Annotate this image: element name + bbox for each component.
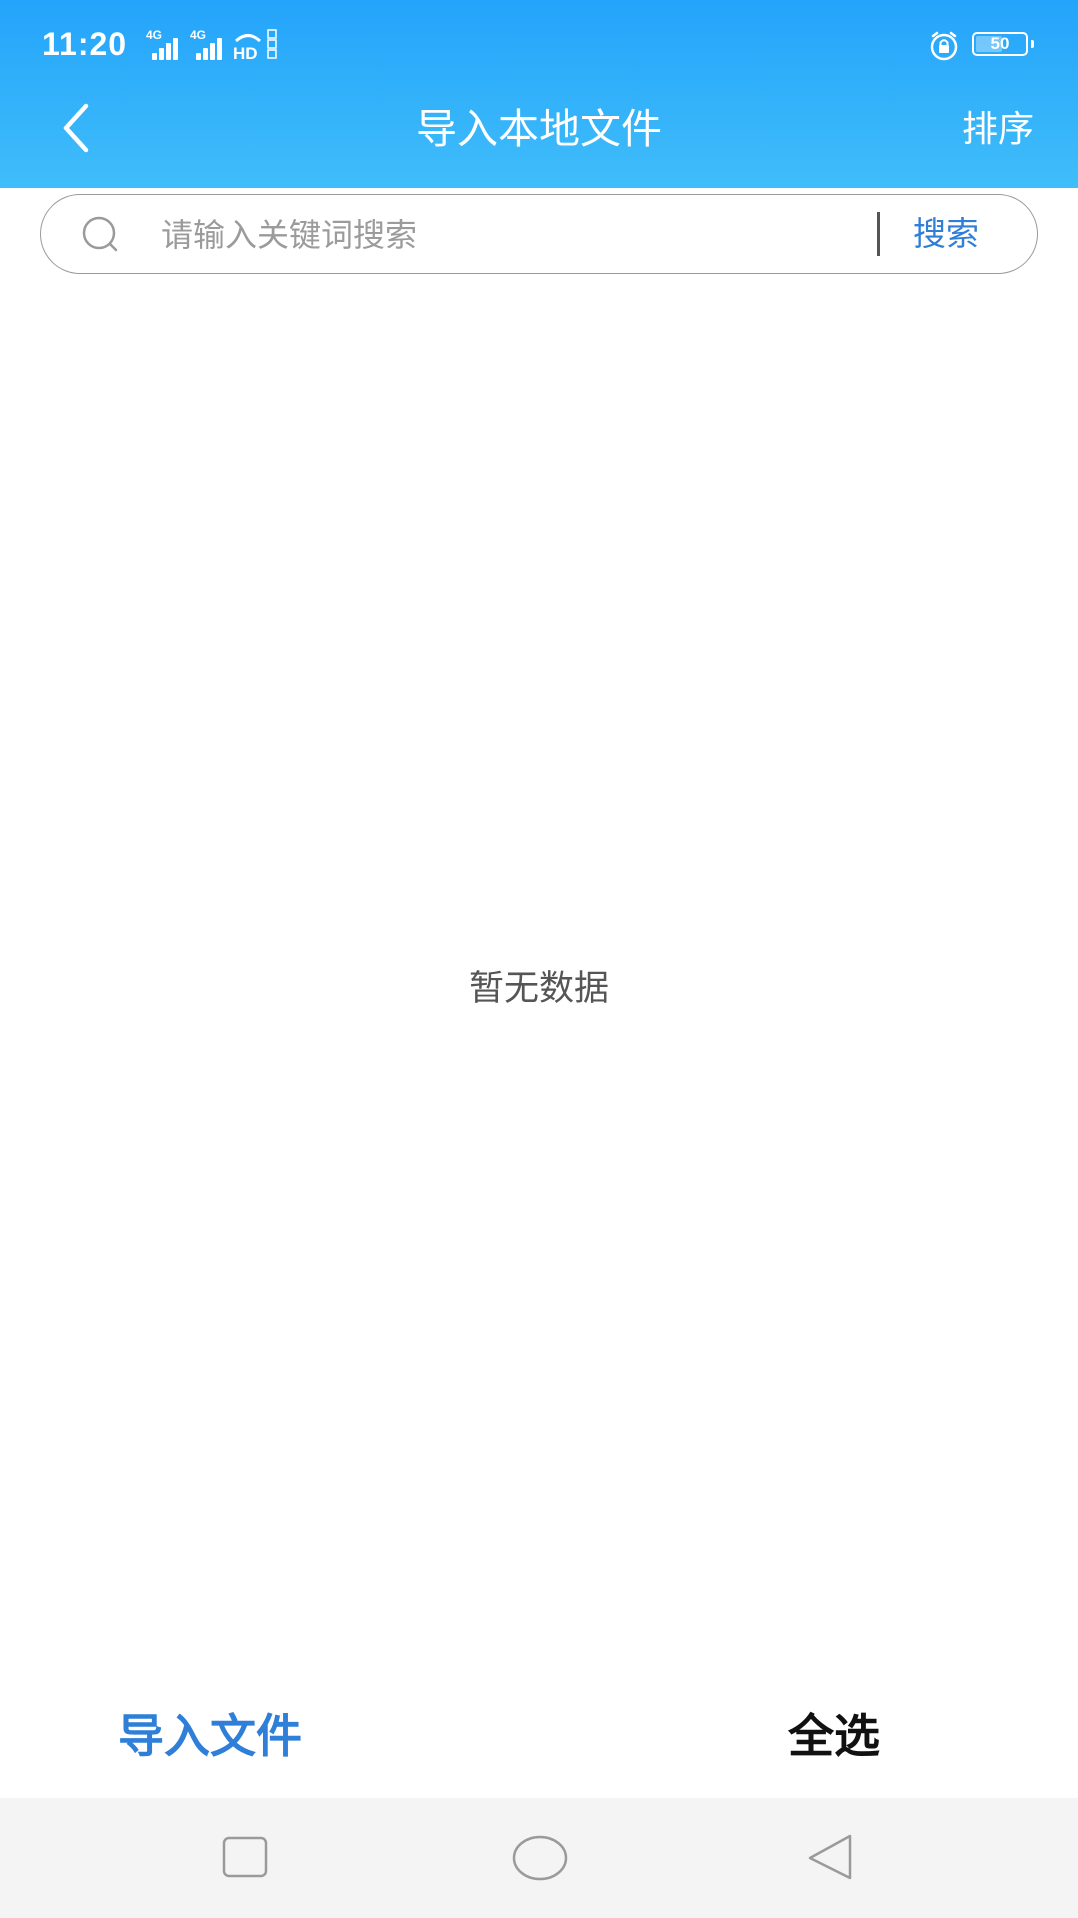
back-button[interactable] bbox=[44, 96, 108, 160]
app-header: 11:20 4G 4G HD 50 导入本地文件 排序 bbox=[0, 0, 1078, 188]
battery-tip bbox=[1031, 40, 1034, 48]
status-bar: 11:20 4G 4G HD 50 bbox=[0, 0, 1078, 92]
status-time: 11:20 bbox=[42, 26, 128, 62]
signal-label: 4G bbox=[190, 28, 207, 42]
search-input[interactable] bbox=[159, 207, 903, 263]
battery-level: 50 bbox=[990, 34, 1010, 53]
back-triangle-icon[interactable] bbox=[802, 1830, 862, 1886]
system-nav-bar bbox=[0, 1798, 1078, 1918]
sort-button[interactable]: 排序 bbox=[962, 104, 1034, 156]
alarm-lock-icon bbox=[928, 30, 960, 62]
hd-label: HD bbox=[233, 44, 258, 60]
battery-icon: 50 bbox=[972, 32, 1028, 56]
search-bar: 搜索 bbox=[40, 194, 1038, 274]
import-file-button[interactable]: 导入文件 bbox=[118, 1704, 302, 1768]
signal-icon: 4G bbox=[146, 28, 182, 60]
hd-volte-icon: HD bbox=[232, 28, 278, 63]
page-title: 导入本地文件 bbox=[416, 105, 662, 153]
select-all-button[interactable]: 全选 bbox=[788, 1704, 880, 1768]
search-button[interactable]: 搜索 bbox=[913, 209, 979, 259]
search-icon bbox=[82, 216, 118, 252]
recent-apps-icon[interactable] bbox=[216, 1830, 276, 1886]
signal-icon: 4G bbox=[190, 28, 226, 60]
signal-label: 4G bbox=[146, 28, 163, 42]
home-icon[interactable] bbox=[508, 1830, 572, 1886]
empty-state-text: 暂无数据 bbox=[468, 969, 609, 1009]
chevron-left-icon bbox=[63, 103, 89, 153]
search-divider bbox=[877, 212, 880, 256]
